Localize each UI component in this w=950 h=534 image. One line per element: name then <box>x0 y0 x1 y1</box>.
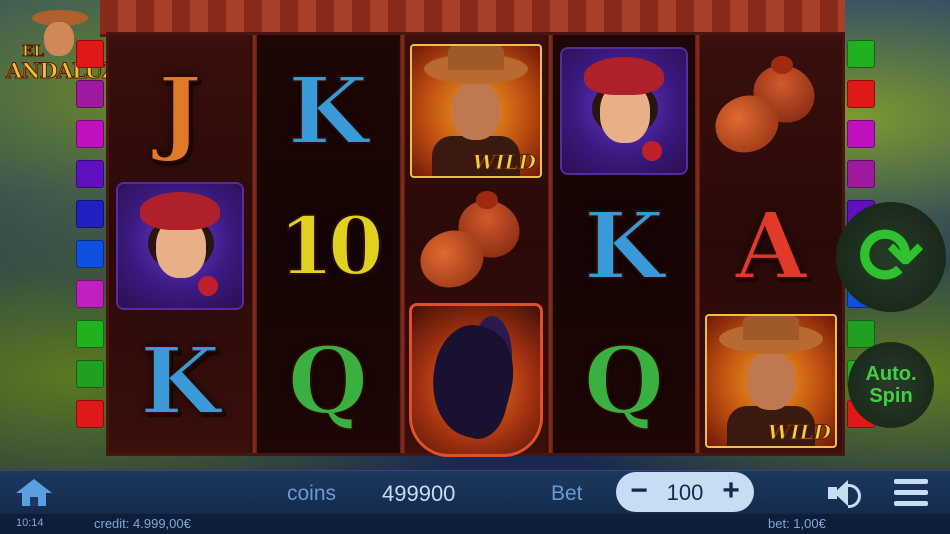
symbol-k: K <box>583 192 665 300</box>
wild-label: WILD <box>472 150 536 175</box>
reel-cell: Q <box>257 313 399 449</box>
reel-cell <box>405 303 547 457</box>
reel-cell: WILD <box>700 313 842 449</box>
payline-marker <box>76 80 104 108</box>
menu-button[interactable] <box>894 479 928 507</box>
payline-marker <box>76 120 104 148</box>
reel-cell: K <box>109 313 251 449</box>
reel-cell <box>553 43 695 179</box>
symbol-castanets <box>412 190 538 301</box>
bet-label: Bet <box>551 482 583 505</box>
reel-3: WILD <box>405 35 547 457</box>
reel-5: A WILD <box>700 35 842 453</box>
reel-4: KQ <box>553 35 695 453</box>
reel-separator <box>400 35 405 453</box>
spin-button[interactable]: ⟳ <box>836 202 946 312</box>
payline-marker <box>76 200 104 228</box>
reel-cell <box>405 178 547 314</box>
auto-spin-button[interactable]: Auto. Spin <box>848 342 934 428</box>
symbol-j: J <box>157 57 203 165</box>
symbol-wild: WILD <box>410 44 542 178</box>
payline-marker <box>76 400 104 428</box>
reel-cell: WILD <box>405 43 547 179</box>
payline-marker <box>76 240 104 268</box>
auto-spin-label-line2: Spin <box>869 385 913 407</box>
symbol-q: Q <box>583 327 665 435</box>
symbol-horse <box>409 303 543 457</box>
symbol-k: K <box>139 327 221 435</box>
symbol-lady <box>562 49 686 173</box>
reel-separator <box>695 35 700 453</box>
bet-stepper: − 100 + <box>616 472 754 512</box>
payline-marker <box>847 160 875 188</box>
wild-label: WILD <box>767 420 831 445</box>
credit-display: credit: 4.999,00€ <box>94 516 191 531</box>
payline-marker <box>847 80 875 108</box>
reel-1: JK <box>109 35 251 453</box>
symbol-k: K <box>287 57 369 165</box>
reel-cell: K <box>553 178 695 314</box>
reel-cell: Q <box>553 313 695 449</box>
payline-markers-left <box>76 40 104 440</box>
bet-display: bet: 1,00€ <box>768 516 826 531</box>
payline-marker <box>76 280 104 308</box>
reel-2: K 10 Q <box>257 35 399 453</box>
coins-value: 499900 <box>382 481 456 506</box>
reel-separator <box>252 35 257 453</box>
bet-decrease-button[interactable]: − <box>622 474 656 510</box>
reel-cell: K <box>257 43 399 179</box>
reel-cell: J <box>109 43 251 179</box>
bet-increase-button[interactable]: + <box>714 474 748 510</box>
coins-label: coins <box>287 482 337 505</box>
payline-marker <box>76 320 104 348</box>
auto-spin-label-line1: Auto. <box>865 363 917 385</box>
bet-value: 100 <box>666 480 704 505</box>
payline-marker <box>76 160 104 188</box>
symbol-10: 10 <box>277 199 384 293</box>
symbol-castanets <box>707 55 833 166</box>
symbol-q: Q <box>287 327 369 435</box>
status-bar: 10:14 credit: 4.999,00€ bet: 1,00€ <box>0 514 950 534</box>
payline-marker <box>847 40 875 68</box>
home-button[interactable] <box>14 477 54 509</box>
reel-cell: A <box>700 178 842 314</box>
sound-button[interactable] <box>826 478 862 508</box>
payline-marker <box>847 320 875 348</box>
symbol-wild: WILD <box>705 314 837 448</box>
reel-cell <box>109 178 251 314</box>
payline-marker <box>847 120 875 148</box>
bottom-bar: coins 499900 Bet − 100 + <box>0 470 950 515</box>
symbol-a: A <box>734 192 807 300</box>
reel-cell <box>700 43 842 179</box>
refresh-icon: ⟳ <box>858 212 924 302</box>
logo-face <box>44 22 74 56</box>
reel-separator <box>548 35 553 453</box>
payline-marker <box>76 40 104 68</box>
reel-cell: 10 <box>257 178 399 314</box>
clock-time: 10:14 <box>16 517 44 529</box>
payline-marker <box>76 360 104 388</box>
reels-frame: J K K 10 Q WILD K Q A WILD <box>106 32 845 457</box>
symbol-lady <box>118 184 242 308</box>
